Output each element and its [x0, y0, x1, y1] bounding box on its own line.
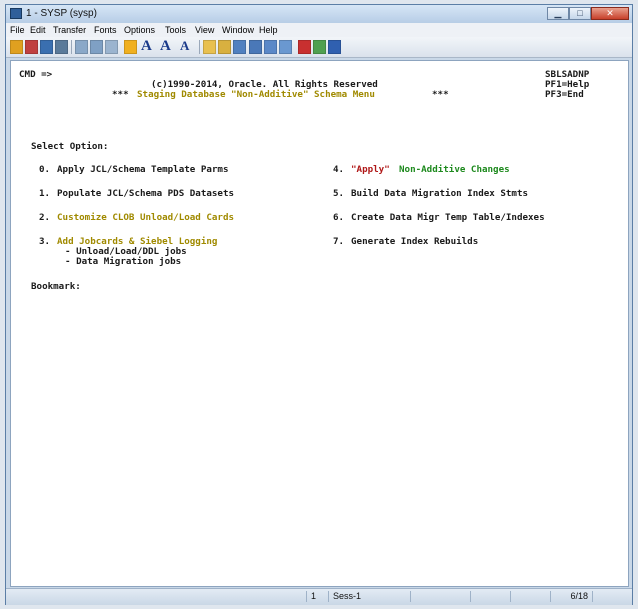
- status-message: [6, 591, 305, 602]
- menu-options[interactable]: Options: [124, 25, 155, 35]
- option-6[interactable]: Create Data Migr Temp Table/Indexes: [351, 212, 545, 223]
- menu-window[interactable]: Window: [222, 25, 254, 35]
- menu-view[interactable]: View: [195, 25, 214, 35]
- pf3-end: PF3=End: [545, 89, 584, 100]
- menu-edit[interactable]: Edit: [30, 25, 46, 35]
- toolbar: A A A: [6, 37, 632, 58]
- menu-title: Staging Database "Non-Additive" Schema M…: [137, 89, 375, 100]
- screen2-icon[interactable]: [264, 40, 277, 54]
- menu-help[interactable]: Help: [259, 25, 278, 35]
- bookmark-label: Bookmark:: [31, 281, 81, 292]
- menu-fonts[interactable]: Fonts: [94, 25, 117, 35]
- screen3-icon[interactable]: [279, 40, 292, 54]
- toolbar-separator: [199, 40, 200, 54]
- status-bar: 1 Sess-1 6/18: [6, 588, 632, 605]
- option-3-sub-migration: - Data Migration jobs: [65, 256, 182, 267]
- resize-grip[interactable]: [592, 591, 630, 602]
- option-6-number: 6.: [333, 212, 345, 223]
- select-option-label: Select Option:: [31, 141, 109, 152]
- option-1-number: 1.: [39, 188, 51, 199]
- menu-tools[interactable]: Tools: [165, 25, 186, 35]
- new-session-icon[interactable]: [25, 40, 38, 54]
- help-icon[interactable]: [328, 40, 341, 54]
- option-1[interactable]: Populate JCL/Schema PDS Datasets: [57, 188, 234, 199]
- option-2-number: 2.: [39, 212, 51, 223]
- transfer-icon[interactable]: [203, 40, 216, 54]
- toolbar-separator: [71, 40, 72, 54]
- option-4[interactable]: Non-Additive Changes: [399, 164, 510, 175]
- check-icon[interactable]: [313, 40, 326, 54]
- option-3-number: 3.: [39, 236, 51, 247]
- menu-transfer[interactable]: Transfer: [53, 25, 86, 35]
- copy-icon[interactable]: [90, 40, 103, 54]
- terminal-screen[interactable]: CMD => SBLSADNP (c)1990-2014, Oracle. Al…: [10, 60, 629, 587]
- option-2[interactable]: Customize CLOB Unload/Load Cards: [57, 212, 234, 223]
- status-field-1: [410, 591, 470, 602]
- menu-title-prefix: ***: [112, 89, 129, 100]
- print-icon[interactable]: [55, 40, 68, 54]
- close-button[interactable]: ✕: [591, 7, 629, 20]
- cursor-position: 6/18: [550, 591, 592, 602]
- open-icon[interactable]: [10, 40, 23, 54]
- cut-icon[interactable]: [75, 40, 88, 54]
- cmd-prompt: CMD =>: [19, 69, 53, 80]
- option-5-number: 5.: [333, 188, 345, 199]
- font-grow-icon[interactable]: A: [180, 38, 189, 54]
- font-larger-icon[interactable]: A: [160, 38, 171, 55]
- save-icon[interactable]: [40, 40, 53, 54]
- option-4-number: 4.: [333, 164, 345, 175]
- title-bar[interactable]: 1 - SYSP (sysp) ▁ □ ✕: [6, 5, 632, 23]
- menu-title-suffix: ***: [432, 89, 449, 100]
- option-7-number: 7.: [333, 236, 345, 247]
- session-number: 1: [306, 591, 328, 602]
- menu-file[interactable]: File: [10, 25, 25, 35]
- enter-icon[interactable]: [298, 40, 311, 54]
- option-0[interactable]: Apply JCL/Schema Template Parms: [57, 164, 228, 175]
- emulator-window: 1 - SYSP (sysp) ▁ □ ✕ File Edit Transfer…: [5, 4, 633, 605]
- app-icon[interactable]: [10, 8, 22, 19]
- screen-icon[interactable]: [249, 40, 262, 54]
- paste-icon[interactable]: [105, 40, 118, 54]
- macro-icon[interactable]: [124, 40, 137, 54]
- option-7[interactable]: Generate Index Rebuilds: [351, 236, 478, 247]
- window-title: 1 - SYSP (sysp): [26, 8, 97, 19]
- send-icon[interactable]: [218, 40, 231, 54]
- status-field-3: [510, 591, 550, 602]
- minimize-button[interactable]: ▁: [547, 7, 569, 20]
- option-5[interactable]: Build Data Migration Index Stmts: [351, 188, 528, 199]
- option-4-quoted[interactable]: "Apply": [351, 164, 390, 175]
- receive-icon[interactable]: [233, 40, 246, 54]
- session-name: Sess-1: [328, 591, 410, 602]
- font-a-icon[interactable]: A: [141, 38, 152, 55]
- status-field-2: [470, 591, 510, 602]
- menu-bar: File Edit Transfer Fonts Options Tools V…: [6, 23, 632, 37]
- option-0-number: 0.: [39, 164, 51, 175]
- maximize-button[interactable]: □: [569, 7, 591, 20]
